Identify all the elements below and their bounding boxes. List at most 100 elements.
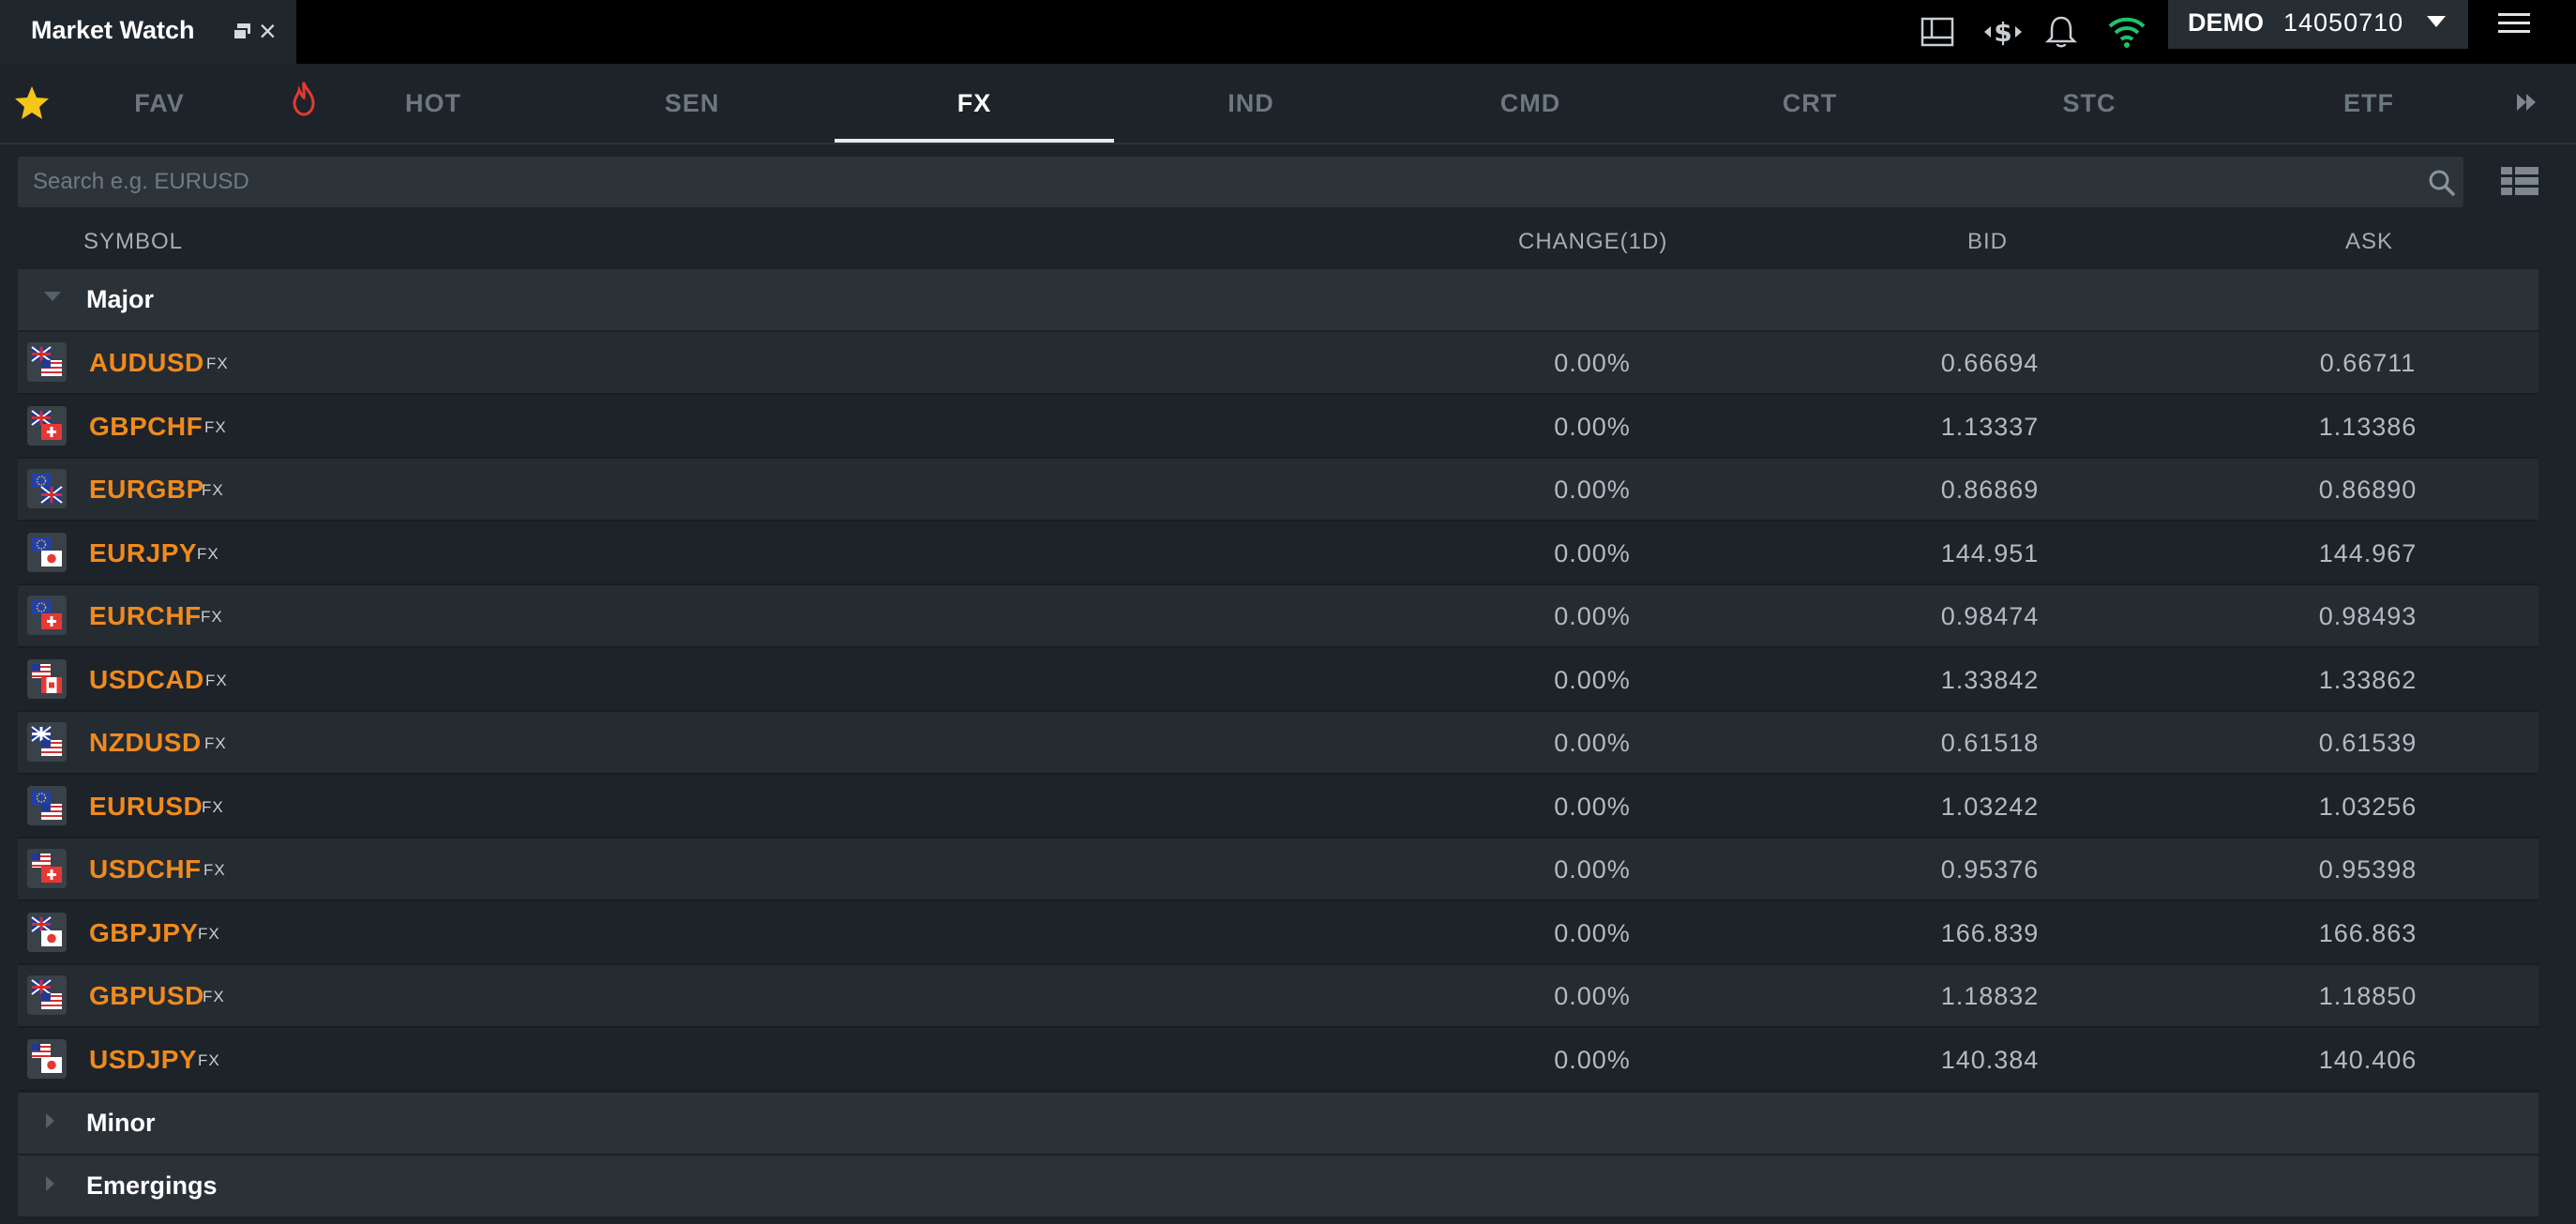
search-icon[interactable] [2428, 169, 2456, 197]
change-value: 0.00% [1554, 412, 1631, 441]
ask-price[interactable]: 0.61539 [2255, 729, 2480, 758]
hamburger-menu-icon[interactable] [2496, 9, 2532, 38]
bid-price[interactable]: 140.384 [1877, 1046, 2102, 1075]
bid-price[interactable]: 0.66694 [1877, 349, 2102, 378]
symbol-name[interactable]: USDCAD [89, 665, 204, 695]
symbol-name[interactable]: NZDUSD [89, 728, 202, 758]
symbol-name[interactable]: USDCHF [89, 854, 202, 884]
symbol-name[interactable]: GBPUSD [89, 981, 204, 1011]
table-row[interactable]: EURJPY FX 0.00% 144.951 144.967 [18, 521, 2538, 585]
tab-sen[interactable]: SEN [598, 64, 786, 143]
asset-class-tag: FX [203, 861, 226, 879]
table-row[interactable]: GBPUSD FX 0.00% 1.18832 1.18850 [18, 965, 2538, 1028]
ask-price[interactable]: 1.33862 [2255, 666, 2480, 695]
chevron-right-icon [46, 1113, 54, 1128]
bid-price[interactable]: 0.86869 [1877, 476, 2102, 505]
column-change[interactable]: CHANGE(1D) [1518, 229, 1667, 255]
bid-price[interactable]: 1.33842 [1877, 666, 2102, 695]
symbol-name[interactable]: GBPCHF [89, 412, 203, 442]
star-icon[interactable] [13, 84, 51, 122]
tab-stc[interactable]: STC [1996, 64, 2183, 143]
bid-price[interactable]: 0.95376 [1877, 855, 2102, 884]
group-label: Emergings [86, 1171, 218, 1200]
group-emergings[interactable]: Emergings [18, 1156, 2538, 1218]
ask-price[interactable]: 0.66711 [2255, 349, 2480, 378]
group-label: Minor [86, 1109, 156, 1137]
tab-hot[interactable]: HOT [339, 64, 527, 143]
svg-text:$: $ [1994, 17, 2011, 48]
ask-price[interactable]: 0.95398 [2255, 855, 2480, 884]
double-chevron-right-icon[interactable] [2513, 90, 2539, 114]
symbol-name[interactable]: EURUSD [89, 792, 203, 822]
asset-class-tag: FX [201, 608, 223, 626]
ask-price[interactable]: 166.863 [2255, 919, 2480, 948]
table-row[interactable]: GBPCHF FX 0.00% 1.13337 1.13386 [18, 395, 2538, 459]
table-row[interactable]: USDCHF FX 0.00% 0.95376 0.95398 [18, 839, 2538, 901]
ask-price[interactable]: 0.98493 [2255, 602, 2480, 631]
symbol-name[interactable]: AUDUSD [89, 348, 204, 378]
symbol-name[interactable]: EURGBP [89, 475, 204, 505]
bid-price[interactable]: 0.98474 [1877, 602, 2102, 631]
tab-cmd[interactable]: CMD [1437, 64, 1624, 143]
table-row[interactable]: EURGBP FX 0.00% 0.86869 0.86890 [18, 459, 2538, 521]
restore-window-icon[interactable] [231, 21, 253, 43]
ask-price[interactable]: 1.13386 [2255, 413, 2480, 442]
account-mode: DEMO [2188, 8, 2264, 37]
table-row[interactable]: USDJPY FX 0.00% 140.384 140.406 [18, 1028, 2538, 1092]
column-ask[interactable]: ASK [2345, 229, 2393, 255]
bid-price[interactable]: 0.61518 [1877, 729, 2102, 758]
table-row[interactable]: EURUSD FX 0.00% 1.03242 1.03256 [18, 775, 2538, 839]
tab-crt[interactable]: CRT [1716, 64, 1904, 143]
group-label: Major [86, 285, 155, 313]
bid-price[interactable]: 1.13337 [1877, 413, 2102, 442]
symbol-name[interactable]: USDJPY [89, 1045, 197, 1075]
table-header: SYMBOL CHANGE(1D) BID ASK [18, 218, 2538, 266]
table-row[interactable]: USDCAD FX 0.00% 1.33842 1.33862 [18, 648, 2538, 712]
search-input[interactable] [33, 157, 2377, 207]
bid-price[interactable]: 1.18832 [1877, 982, 2102, 1011]
change-value: 0.00% [1554, 918, 1631, 947]
symbol-name[interactable]: GBPJPY [89, 918, 199, 948]
currency-exchange-icon[interactable]: $ [1982, 11, 2024, 53]
bid-price[interactable]: 1.03242 [1877, 793, 2102, 822]
currency-pair-flag-icon [27, 912, 67, 952]
tab-fav[interactable]: FAV [66, 64, 253, 143]
close-window-icon[interactable]: × [259, 13, 277, 49]
tab-ind[interactable]: IND [1157, 64, 1345, 143]
ask-price[interactable]: 144.967 [2255, 539, 2480, 568]
chevron-down-icon [2427, 16, 2446, 27]
category-tabs: FAV HOT SEN FX IND CMD CRT STC ETF [0, 64, 2576, 144]
fire-icon[interactable] [287, 81, 321, 116]
group-major[interactable]: Major [18, 269, 2538, 332]
group-minor[interactable]: Minor [18, 1093, 2538, 1156]
table-row[interactable]: AUDUSD FX 0.00% 0.66694 0.66711 [18, 332, 2538, 395]
ask-price[interactable]: 1.03256 [2255, 793, 2480, 822]
change-value: 0.00% [1554, 665, 1631, 694]
window-tab[interactable]: Market Watch × [0, 0, 296, 64]
currency-pair-flag-icon [27, 469, 67, 508]
symbol-name[interactable]: EURCHF [89, 601, 202, 631]
ask-price[interactable]: 140.406 [2255, 1046, 2480, 1075]
asset-class-tag: FX [198, 1050, 220, 1069]
table-row[interactable]: GBPJPY FX 0.00% 166.839 166.863 [18, 901, 2538, 965]
change-value: 0.00% [1554, 792, 1631, 821]
account-selector[interactable]: DEMO 14050710 [2168, 0, 2468, 49]
table-row[interactable]: NZDUSD FX 0.00% 0.61518 0.61539 [18, 712, 2538, 775]
asset-class-tag: FX [206, 355, 229, 372]
bell-icon[interactable] [2041, 11, 2082, 53]
tab-etf[interactable]: ETF [2275, 64, 2463, 143]
layout-panel-icon[interactable] [1917, 11, 1958, 53]
column-bid[interactable]: BID [1967, 229, 2008, 255]
tab-fx[interactable]: FX [835, 64, 1114, 143]
currency-pair-flag-icon [27, 342, 67, 382]
table-row[interactable]: EURCHF FX 0.00% 0.98474 0.98493 [18, 585, 2538, 648]
list-view-icon[interactable] [2499, 164, 2540, 198]
bid-price[interactable]: 144.951 [1877, 539, 2102, 568]
ask-price[interactable]: 0.86890 [2255, 476, 2480, 505]
currency-pair-flag-icon [27, 722, 67, 762]
symbol-name[interactable]: EURJPY [89, 538, 197, 568]
ask-price[interactable]: 1.18850 [2255, 982, 2480, 1011]
bid-price[interactable]: 166.839 [1877, 919, 2102, 948]
column-symbol[interactable]: SYMBOL [83, 229, 183, 255]
asset-class-tag: FX [203, 988, 225, 1005]
